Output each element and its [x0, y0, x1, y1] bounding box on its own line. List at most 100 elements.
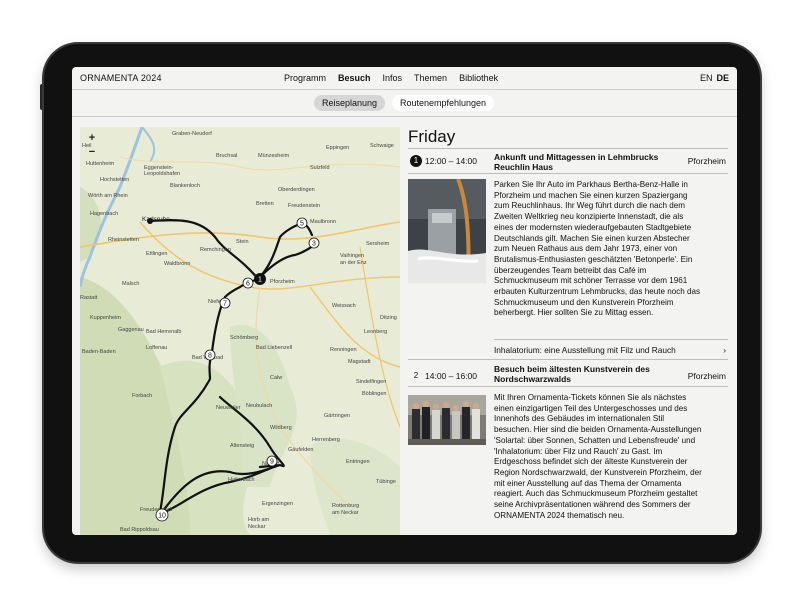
zoom-controls: + −	[84, 131, 100, 159]
svg-text:Maulbronn: Maulbronn	[310, 219, 336, 225]
svg-text:Bretten: Bretten	[256, 201, 274, 207]
svg-text:10: 10	[158, 513, 166, 520]
svg-text:Gaggenau: Gaggenau	[118, 327, 144, 333]
svg-text:7: 7	[223, 301, 227, 308]
svg-text:Wörth am Rhein: Wörth am Rhein	[88, 193, 128, 199]
top-bar: ORNAMENTA 2024 Programm Besuch Infos The…	[72, 67, 737, 90]
svg-text:Freudenstein: Freudenstein	[288, 203, 320, 209]
nav-themen[interactable]: Themen	[414, 73, 447, 83]
svg-text:Pforzheim: Pforzheim	[270, 279, 295, 285]
svg-text:Hochstetten: Hochstetten	[100, 177, 129, 183]
nav-besuch[interactable]: Besuch	[338, 73, 371, 83]
event-place-2: Pforzheim	[687, 371, 726, 381]
svg-text:Bad Herrenalb: Bad Herrenalb	[146, 329, 181, 335]
svg-text:5: 5	[300, 221, 304, 228]
event-title-2[interactable]: Besuch beim ältesten Kunstverein des Nor…	[494, 364, 664, 384]
nav-infos[interactable]: Infos	[383, 73, 403, 83]
screen: ORNAMENTA 2024 Programm Besuch Infos The…	[72, 67, 737, 535]
svg-text:Hagenbach: Hagenbach	[90, 211, 118, 217]
svg-text:Huttenheim: Huttenheim	[86, 161, 115, 167]
svg-text:Leopoldshafen: Leopoldshafen	[144, 171, 180, 177]
svg-text:Schömberg: Schömberg	[230, 335, 258, 341]
svg-text:Tübinge: Tübinge	[376, 479, 396, 485]
day-heading: Friday	[408, 127, 456, 146]
svg-text:Forbach: Forbach	[132, 393, 152, 399]
svg-text:Sindelfingen: Sindelfingen	[356, 379, 386, 385]
svg-text:Weissach: Weissach	[332, 303, 356, 309]
event-place-1: Pforzheim	[687, 156, 726, 166]
svg-text:Sersheim: Sersheim	[366, 241, 390, 247]
svg-text:Gärtringen: Gärtringen	[324, 413, 350, 419]
chevron-right-icon: ›	[723, 345, 726, 355]
divider	[408, 173, 728, 174]
svg-text:Blankenloch: Blankenloch	[170, 183, 200, 189]
svg-text:1: 1	[258, 277, 262, 284]
divider	[408, 359, 728, 360]
svg-text:Bruchsal: Bruchsal	[216, 153, 237, 159]
lang-en[interactable]: EN	[700, 73, 713, 83]
svg-text:Münzesheim: Münzesheim	[258, 153, 290, 159]
exhibition-link-label: Inhalatorium: eine Ausstellung mit Filz …	[494, 345, 676, 355]
svg-text:Wildberg: Wildberg	[270, 425, 292, 431]
svg-text:Vaihingen: Vaihingen	[340, 253, 364, 259]
svg-text:Herrenberg: Herrenberg	[312, 437, 340, 443]
svg-text:Malsch: Malsch	[122, 281, 139, 287]
svg-text:Horb am: Horb am	[248, 517, 270, 523]
zoom-in-button[interactable]: +	[84, 131, 100, 145]
svg-text:Calw: Calw	[270, 375, 282, 381]
svg-text:Haiterbach: Haiterbach	[228, 477, 255, 483]
svg-text:Graben-Neudorf: Graben-Neudorf	[172, 131, 212, 137]
svg-text:Eppingen: Eppingen	[326, 145, 349, 151]
svg-text:6: 6	[246, 281, 250, 288]
nav-bibliothek[interactable]: Bibliothek	[459, 73, 498, 83]
event-number-1: 1	[410, 155, 422, 167]
event-time-2: 14:00 – 16:00	[425, 371, 477, 381]
svg-text:Rastatt: Rastatt	[80, 295, 98, 301]
language-switch: EN DE	[700, 73, 729, 83]
zoom-out-button[interactable]: −	[84, 145, 100, 159]
event-description-1: Parken Sie Ihr Auto im Parkhaus Bertha-B…	[494, 180, 701, 318]
svg-text:Entringen: Entringen	[346, 459, 370, 465]
svg-text:Altensteig: Altensteig	[230, 443, 254, 449]
svg-text:Renningen: Renningen	[330, 347, 357, 353]
exhibition-link[interactable]: Inhalatorium: eine Ausstellung mit Filz …	[494, 345, 728, 355]
event-title-1[interactable]: Ankunft und Mittagessen in Lehmbrucks Re…	[494, 152, 664, 172]
tab-reiseplanung[interactable]: Reiseplanung	[314, 95, 386, 111]
nav-programm[interactable]: Programm	[284, 73, 326, 83]
svg-text:Neuweiler: Neuweiler	[216, 405, 241, 411]
route-map[interactable]: Graben-Neudorf Eppingen Schwaige Bruchsa…	[80, 127, 400, 535]
svg-text:Rheinstetten: Rheinstetten	[108, 237, 139, 243]
svg-text:Ditzing: Ditzing	[380, 315, 397, 321]
svg-text:Oberderdingen: Oberderdingen	[278, 187, 315, 193]
svg-text:Stein: Stein	[236, 239, 249, 245]
divider	[494, 339, 728, 340]
svg-text:Sulzfeld: Sulzfeld	[310, 165, 330, 171]
tab-routenempfehlungen[interactable]: Routenempfehlungen	[392, 95, 495, 111]
svg-text:Ergenzingen: Ergenzingen	[262, 501, 293, 507]
map-canvas: Graben-Neudorf Eppingen Schwaige Bruchsa…	[80, 127, 400, 535]
brand-logo[interactable]: ORNAMENTA 2024	[80, 73, 162, 83]
svg-text:Böblingen: Böblingen	[362, 391, 386, 397]
divider	[408, 386, 728, 387]
svg-text:Gäufelden: Gäufelden	[288, 447, 313, 453]
svg-text:Magstadt: Magstadt	[348, 359, 371, 365]
divider	[408, 148, 728, 149]
sub-nav: Reiseplanung Routenempfehlungen	[72, 90, 737, 117]
svg-text:Karlsruhe: Karlsruhe	[142, 216, 170, 223]
svg-text:8: 8	[208, 353, 212, 360]
event-photo-1	[408, 179, 486, 283]
svg-text:Bad Rippoldsau: Bad Rippoldsau	[120, 527, 159, 533]
svg-text:3: 3	[312, 241, 316, 248]
lang-de[interactable]: DE	[716, 73, 729, 83]
svg-text:Baden-Baden: Baden-Baden	[82, 349, 116, 355]
itinerary-panel: Friday 1 12:00 – 14:00 Ankunft und Mitta…	[408, 127, 728, 535]
svg-text:an der Enz: an der Enz	[340, 260, 367, 266]
svg-text:am Neckar: am Neckar	[332, 510, 359, 516]
svg-text:Schwaige: Schwaige	[370, 143, 394, 149]
svg-text:Neubulach: Neubulach	[246, 403, 272, 409]
svg-text:Leonberg: Leonberg	[364, 329, 387, 335]
main-nav: Programm Besuch Infos Themen Bibliothek	[284, 73, 498, 83]
svg-text:Rottenburg: Rottenburg	[332, 503, 359, 509]
svg-text:Remchingen: Remchingen	[200, 247, 231, 253]
svg-text:Loffenau: Loffenau	[146, 345, 167, 351]
